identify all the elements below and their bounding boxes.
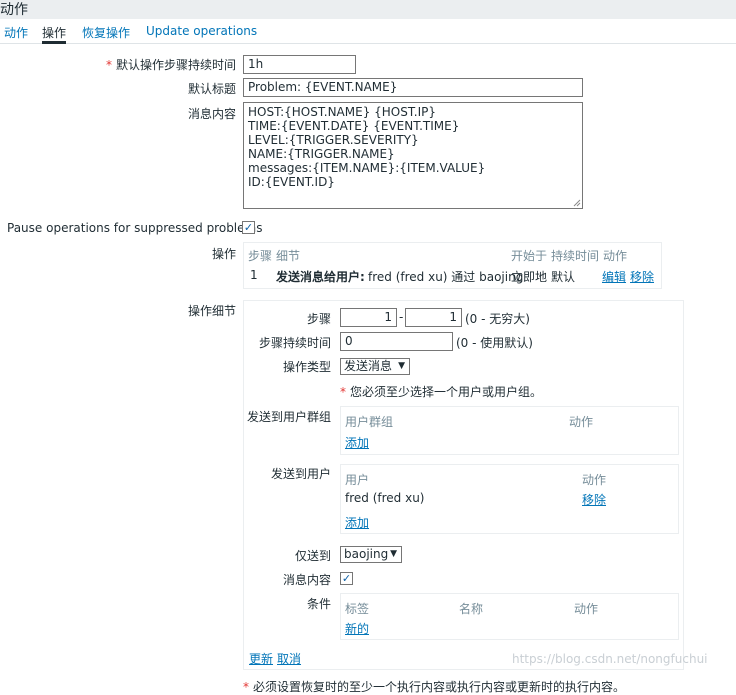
add-user-group-link[interactable]: 添加 (345, 434, 369, 451)
default-message-label: 消息内容 (187, 107, 236, 121)
col-header-start-in: 开始于 (511, 249, 548, 263)
user-required-warning: * 您必须至少选择一个用户或用户组。 (340, 385, 543, 399)
col-header-action: 动作 (603, 249, 628, 263)
send-to-users-label: 发送到用户 (270, 467, 331, 481)
col-header-steps: 步骤 (248, 249, 273, 263)
operation-duration: 默认 (551, 270, 576, 284)
tab-update-operations[interactable]: Update operations (146, 24, 257, 38)
operation-step: 1 (250, 268, 258, 282)
operation-detail-target: fred (fred xu) 通过 baojing (368, 270, 524, 284)
conditions-label: 条件 (306, 597, 331, 611)
step-range-hint: (0 - 无穷大) (465, 312, 530, 326)
message-line: messages:{ITEM.NAME}:{ITEM.VALUE} (248, 161, 486, 175)
title-bar: 动作 (0, 0, 736, 19)
send-only-to-label: 仅送到 (294, 549, 331, 563)
message-line: ID:{EVENT.ID} (248, 175, 335, 189)
required-marker: * (243, 680, 249, 694)
step-range-separator: - (399, 310, 404, 324)
required-marker: * (105, 58, 112, 72)
col-header-user: 用户 (345, 473, 370, 487)
send-to-groups-table: 用户群组 动作 添加 (340, 406, 679, 455)
pause-suppressed-label: Pause operations for suppressed problems (7, 221, 263, 235)
default-step-duration-label: * 默认操作步骤持续时间 (105, 58, 236, 72)
remove-user-link[interactable]: 移除 (582, 491, 606, 508)
message-line: TIME:{EVENT.DATE} {EVENT.TIME} (248, 119, 460, 133)
operation-start-in: 立即地 (511, 270, 548, 284)
send-only-to-select[interactable]: baojing ▼ (340, 546, 402, 563)
operations-label: 操作 (211, 247, 236, 261)
step-duration-hint: (0 - 使用默认) (456, 336, 533, 350)
tab-action[interactable]: 动作 (4, 24, 28, 41)
footer-warning: * 必须设置恢复时的至少一个执行内容或执行内容或更新时的执行内容。 (243, 680, 626, 694)
default-subject-input[interactable]: Problem: {EVENT.NAME} (243, 78, 583, 97)
details-default-message-label: 消息内容 (282, 573, 331, 587)
col-header-name: 名称 (459, 602, 484, 616)
message-line: HOST:{HOST.NAME} {HOST.IP} (248, 105, 437, 119)
required-marker: * (340, 385, 346, 399)
col-header-condition-action: 动作 (574, 602, 599, 616)
default-subject-label: 默认标题 (187, 82, 236, 96)
user-row-name: fred (fred xu) (345, 491, 425, 505)
operations-table: 步骤 细节 开始于 持续时间 动作 1 发送消息给用户: fred (fred … (243, 242, 662, 289)
step-duration-input[interactable]: 0 (340, 332, 453, 351)
tab-operations[interactable]: 操作 (42, 24, 67, 44)
dropdown-arrow-icon: ▼ (398, 361, 405, 371)
edit-operation-link[interactable]: 编辑 (602, 268, 626, 285)
col-header-details: 细节 (276, 249, 301, 263)
operation-detail-type: 发送消息给用户: (276, 270, 365, 284)
operation-type-select[interactable]: 发送消息 ▼ (340, 358, 410, 375)
message-line: LEVEL:{TRIGGER.SEVERITY} (248, 133, 419, 147)
conditions-table: 标签 名称 动作 新的 (340, 593, 679, 640)
new-condition-link[interactable]: 新的 (345, 620, 369, 637)
watermark-text: https://blog.csdn.net/nongfuchui (512, 652, 708, 666)
tab-recovery-operations[interactable]: 恢复操作 (82, 24, 130, 41)
add-user-link[interactable]: 添加 (345, 514, 369, 531)
step-duration-label: 步骤持续时间 (258, 336, 331, 350)
details-default-message-checkbox[interactable]: ✓ (340, 572, 353, 585)
message-line: NAME:{TRIGGER.NAME} (248, 147, 395, 161)
tab-bar: 动作 操作 恢复操作 Update operations (0, 19, 736, 44)
col-header-group-action: 动作 (569, 415, 594, 429)
send-to-groups-label: 发送到用户群组 (246, 410, 331, 424)
operation-type-label: 操作类型 (282, 360, 331, 374)
page-title: 动作 (0, 2, 28, 18)
default-message-textarea[interactable]: HOST:{HOST.NAME} {HOST.IP} TIME:{EVENT.D… (243, 102, 583, 209)
step-from-input[interactable]: 1 (340, 308, 397, 327)
update-operation-link[interactable]: 更新 (249, 650, 273, 667)
steps-label: 步骤 (306, 312, 331, 326)
operation-details-panel: 步骤 1 - 1 (0 - 无穷大) 步骤持续时间 0 (0 - 使用默认) 操… (243, 300, 684, 670)
resize-grip-icon[interactable] (573, 199, 581, 207)
dropdown-arrow-icon: ▼ (390, 549, 397, 559)
step-to-input[interactable]: 1 (405, 308, 462, 327)
col-header-duration: 持续时间 (551, 249, 600, 263)
send-to-users-table: 用户 动作 fred (fred xu) 移除 添加 (340, 464, 679, 534)
cancel-operation-link[interactable]: 取消 (277, 650, 301, 667)
operation-details-label: 操作细节 (187, 304, 236, 318)
default-step-duration-input[interactable]: 1h (243, 55, 356, 74)
col-header-user-action: 动作 (582, 473, 607, 487)
remove-operation-link[interactable]: 移除 (630, 268, 654, 285)
col-header-label: 标签 (345, 602, 370, 616)
pause-suppressed-checkbox[interactable]: ✓ (242, 221, 255, 234)
col-header-user-group: 用户群组 (345, 415, 394, 429)
